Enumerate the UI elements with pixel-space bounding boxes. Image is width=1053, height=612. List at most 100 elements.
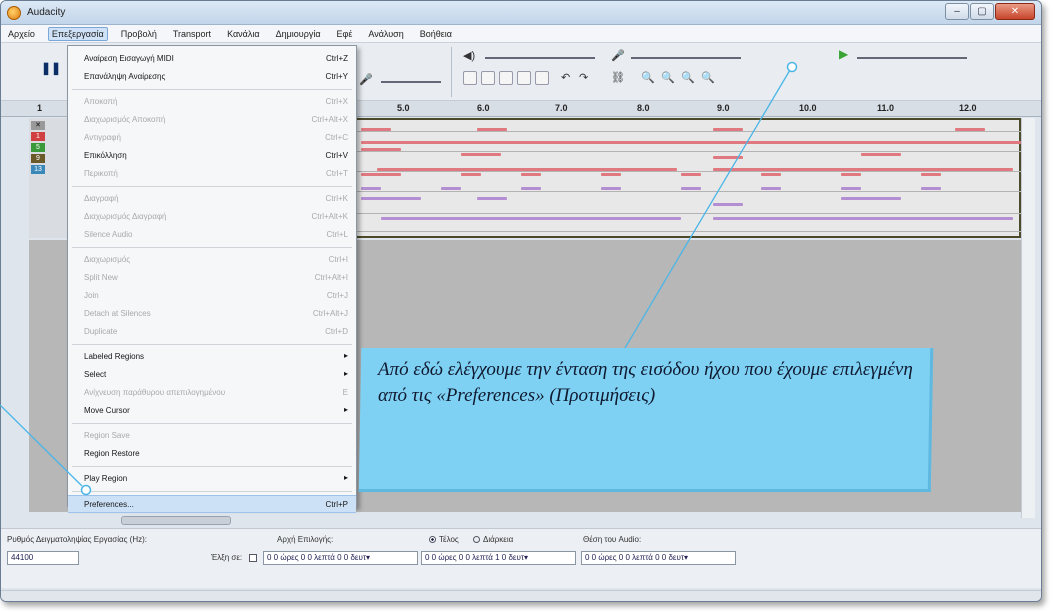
menu-separator [72, 491, 352, 492]
close-button[interactable]: ✕ [995, 3, 1035, 20]
ruler-mark: 1 [37, 103, 43, 113]
maximize-button[interactable]: ▢ [970, 3, 994, 20]
audacity-icon [7, 6, 21, 20]
menu-item-shortcut: E [342, 388, 348, 397]
mic-icon[interactable]: 🎤 [359, 73, 373, 86]
vertical-scrollbar[interactable] [1021, 118, 1035, 518]
midi-note [713, 217, 1013, 220]
menu-6[interactable]: Εφέ [334, 28, 356, 40]
edit-menu-item[interactable]: Διαγραφή Ctrl+K [68, 190, 356, 208]
menu-2[interactable]: Προβολή [118, 28, 160, 40]
minimize-button[interactable]: – [945, 3, 969, 20]
snap-to-checkbox[interactable] [249, 554, 257, 562]
submenu-arrow-icon: ▸ [343, 369, 348, 378]
edit-menu-item[interactable]: Select ▸ [68, 366, 356, 384]
menu-0[interactable]: Αρχείο [5, 28, 38, 40]
menu-item-shortcut: Ctrl+Alt+X [311, 115, 348, 124]
fit-project-icon[interactable]: 🔍 [701, 71, 715, 84]
menu-separator [72, 247, 352, 248]
menu-item-label: Select [84, 370, 107, 379]
midi-note [713, 156, 743, 159]
menu-8[interactable]: Βοήθεια [417, 28, 455, 40]
sync-lock-icon[interactable]: ⛓ [611, 71, 625, 84]
menu-item-label: Duplicate [84, 327, 118, 336]
edit-menu-item[interactable]: Ανίχνευση παράθυρου απεπιλογημένου E [68, 384, 356, 402]
menu-item-label: Preferences... [84, 500, 134, 509]
window-title: Audacity [27, 7, 66, 18]
redo-icon[interactable]: ↷ [579, 71, 588, 84]
edit-menu-item[interactable]: Move Cursor ▸ [68, 402, 356, 420]
edit-menu-item[interactable]: Αποκοπή Ctrl+X [68, 93, 356, 111]
edit-menu-item[interactable]: Διαχωρισμός Αποκοπή Ctrl+Alt+X [68, 111, 356, 129]
menu-1[interactable]: Επεξεργασία [47, 26, 108, 41]
recording-volume-slider[interactable] [631, 57, 741, 59]
edit-menu-item[interactable]: Join Ctrl+J [68, 287, 356, 305]
horizontal-scrollbar[interactable] [121, 516, 231, 525]
edit-menu-item[interactable]: Region Save [68, 427, 356, 445]
undo-icon[interactable]: ↶ [561, 71, 570, 84]
selection-end-field[interactable]: 0 0 ώρες 0 0 λεπτά 1 0 δευτ▾ [421, 551, 576, 565]
menu-4[interactable]: Κανάλια [224, 28, 263, 40]
menu-7[interactable]: Ανάλυση [365, 28, 406, 40]
midi-note [861, 153, 901, 156]
midi-note [681, 187, 701, 190]
playback-volume-icon[interactable]: ◀) [463, 49, 475, 62]
edit-menu-item[interactable]: Labeled Regions ▸ [68, 348, 356, 366]
menu-item-shortcut: Ctrl+Alt+K [311, 212, 348, 221]
submenu-arrow-icon: ▸ [343, 351, 348, 360]
menu-item-shortcut: Ctrl+T [326, 169, 348, 178]
edit-menu-item[interactable]: Περικοπή Ctrl+T [68, 165, 356, 183]
track-control-panel[interactable]: ✕ 1 5 9 13 [29, 118, 69, 238]
edit-menu-item[interactable]: Επικόλληση Ctrl+V [68, 147, 356, 165]
midi-note [477, 128, 507, 131]
midi-note [681, 173, 701, 176]
menu-item-label: Silence Audio [84, 230, 133, 239]
selection-start-field[interactable]: 0 0 ώρες 0 0 λεπτά 0 0 δευτ▾ [263, 551, 418, 565]
project-rate-select[interactable]: 44100 [7, 551, 79, 565]
edit-menu-item[interactable]: Region Restore [68, 445, 356, 463]
audacity-window: Audacity – ▢ ✕ Αρχείο Επεξεργασία Προβολή T… [0, 0, 1042, 602]
play-icon[interactable]: ▶ [839, 47, 848, 61]
pause-icon[interactable]: ❚❚ [41, 61, 61, 75]
paste-icon[interactable] [499, 71, 513, 85]
callout-text: Από εδώ ελέγχουμε την ένταση της εισόδου… [378, 359, 913, 406]
edit-menu-item[interactable]: Play Region ▸ [68, 470, 356, 488]
midi-note [921, 187, 941, 190]
close-track-icon[interactable]: ✕ [31, 121, 45, 130]
audio-position-field[interactable]: 0 0 ώρες 0 0 λεπτά 0 0 δευτ▾ [581, 551, 736, 565]
menu-3[interactable]: Transport [170, 28, 214, 40]
copy-icon[interactable] [481, 71, 495, 85]
silence-icon[interactable] [535, 71, 549, 85]
length-radio[interactable]: Διάρκεια [473, 535, 513, 544]
edit-menu-item[interactable]: Αναίρεση Εισαγωγή MIDI Ctrl+Z [68, 50, 356, 68]
midi-note [841, 173, 861, 176]
channel-button[interactable]: 13 [31, 165, 45, 174]
edit-menu-item[interactable]: Αντιγραφή Ctrl+C [68, 129, 356, 147]
zoom-out-icon[interactable]: 🔍 [661, 71, 675, 84]
menu-separator [72, 89, 352, 90]
menu-5[interactable]: Δημιουργία [273, 28, 324, 40]
menu-item-shortcut: Ctrl+J [326, 291, 348, 300]
menu-item-preferences[interactable]: Preferences... Ctrl+P [68, 495, 356, 513]
play-at-speed-slider[interactable] [857, 57, 967, 59]
edit-menu-item[interactable]: Detach at Silences Ctrl+Alt+J [68, 305, 356, 323]
recording-volume-icon[interactable]: 🎤 [611, 49, 625, 62]
edit-menu-item[interactable]: Duplicate Ctrl+D [68, 323, 356, 341]
menu-item-shortcut: Ctrl+P [325, 500, 348, 509]
trim-icon[interactable] [517, 71, 531, 85]
edit-menu-item[interactable]: Διαχωρισμός Διαγραφή Ctrl+Alt+K [68, 208, 356, 226]
fit-selection-icon[interactable]: 🔍 [681, 71, 695, 84]
edit-menu-item[interactable]: Διαχωρισμός Ctrl+I [68, 251, 356, 269]
cut-icon[interactable] [463, 71, 477, 85]
channel-button[interactable]: 5 [31, 143, 45, 152]
zoom-in-icon[interactable]: 🔍 [641, 71, 655, 84]
midi-note [713, 128, 743, 131]
ruler-mark: 9.0 [717, 103, 730, 113]
menu-item-label: Διαχωρισμός Αποκοπή [84, 115, 166, 124]
end-radio[interactable]: Τέλος [429, 535, 459, 544]
channel-button[interactable]: 9 [31, 154, 45, 163]
channel-button[interactable]: 1 [31, 132, 45, 141]
edit-menu-item[interactable]: Επανάληψη Αναίρεσης Ctrl+Y [68, 68, 356, 86]
edit-menu-item[interactable]: Silence Audio Ctrl+L [68, 226, 356, 244]
edit-menu-item[interactable]: Split New Ctrl+Alt+I [68, 269, 356, 287]
